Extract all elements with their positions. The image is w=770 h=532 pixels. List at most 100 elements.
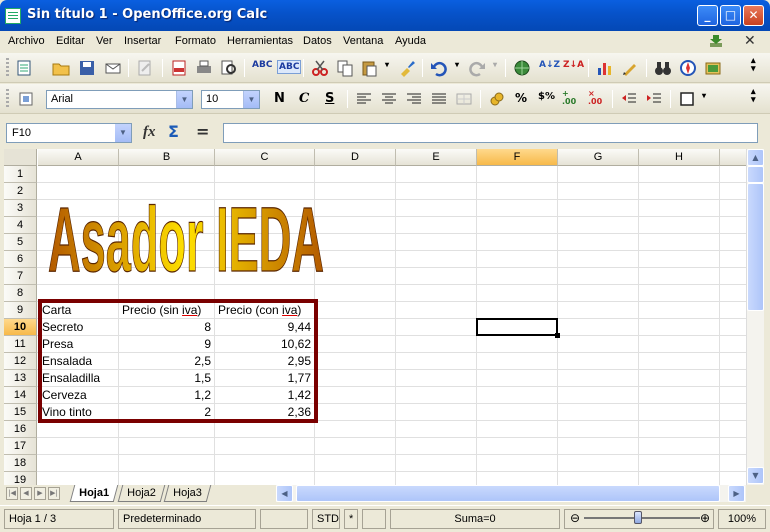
scroll-down-button[interactable]: ▼ (747, 467, 764, 484)
sort-ascending-icon[interactable]: A↓Z (539, 60, 560, 70)
horizontal-scrollbar[interactable]: ◀ ▶ (276, 485, 746, 502)
selected-cell-f10[interactable] (476, 318, 560, 338)
add-decimal-icon[interactable]: + .00 (562, 90, 576, 106)
row-header-17[interactable]: 17 (4, 438, 37, 455)
row-header-7[interactable]: 7 (4, 268, 37, 285)
page-style[interactable]: Predeterminado (118, 509, 256, 529)
close-document-button[interactable]: ✕ (744, 33, 756, 49)
menu-archivo[interactable]: Archivo (8, 35, 45, 47)
chevron-down-icon[interactable]: ▼ (115, 124, 131, 142)
row-header-9[interactable]: 9 (4, 302, 37, 319)
increase-indent-icon[interactable] (645, 90, 663, 108)
next-sheet-button[interactable]: ▶ (34, 487, 46, 500)
delete-decimal-icon[interactable]: × .00 (588, 90, 602, 106)
signature-field[interactable] (362, 509, 386, 529)
menu-formato[interactable]: Formato (175, 35, 216, 47)
sum-icon[interactable]: Σ (168, 122, 179, 141)
insert-chart-icon[interactable] (596, 59, 614, 77)
zoom-in-icon[interactable]: ⊕ (700, 511, 710, 525)
scroll-left-button[interactable]: ◀ (276, 485, 293, 502)
justify-icon[interactable] (430, 90, 448, 108)
selection-mode[interactable]: STD (312, 509, 340, 529)
align-left-icon[interactable] (355, 90, 373, 108)
print-preview-icon[interactable] (220, 59, 238, 77)
navigator-compass-icon[interactable] (679, 59, 697, 77)
row-header-3[interactable]: 3 (4, 200, 37, 217)
row-header-16[interactable]: 16 (4, 421, 37, 438)
zoom-slider-knob[interactable] (634, 511, 642, 524)
formula-input[interactable] (223, 123, 758, 143)
gallery-icon[interactable] (704, 59, 722, 77)
show-draw-functions-icon[interactable] (621, 59, 639, 77)
row-header-1[interactable]: 1 (4, 166, 37, 183)
column-header-e[interactable]: E (396, 149, 477, 166)
underline-button[interactable]: S (325, 91, 334, 106)
decrease-indent-icon[interactable] (620, 90, 638, 108)
menu-insertar[interactable]: Insertar (124, 35, 161, 47)
menu-ver[interactable]: Ver (96, 35, 113, 47)
zoom-out-icon[interactable]: ⊖ (570, 511, 580, 525)
function-wizard-icon[interactable]: fx (143, 124, 156, 141)
scroll-up-button[interactable]: ▲ (747, 149, 764, 166)
column-header-g[interactable]: G (558, 149, 639, 166)
row-header-6[interactable]: 6 (4, 251, 37, 268)
print-icon[interactable] (195, 59, 213, 77)
export-pdf-icon[interactable] (170, 59, 188, 77)
hyperlink-globe-icon[interactable] (513, 59, 531, 77)
paste-icon[interactable] (360, 59, 378, 77)
bold-button[interactable]: N (274, 91, 285, 106)
menu-ventana[interactable]: Ventana (343, 35, 383, 47)
row-header-2[interactable]: 2 (4, 183, 37, 200)
first-sheet-button[interactable]: |◀ (6, 487, 18, 500)
cut-icon[interactable] (311, 59, 329, 77)
redo-dropdown-icon[interactable]: ▾ (493, 60, 497, 69)
undo-icon[interactable] (430, 59, 448, 77)
name-box[interactable]: F10 ▼ (6, 123, 132, 143)
column-header-c[interactable]: C (215, 149, 315, 166)
column-header-b[interactable]: B (119, 149, 215, 166)
horizontal-scroll-thumb[interactable] (296, 485, 720, 502)
row-header-13[interactable]: 13 (4, 370, 37, 387)
row-header-5[interactable]: 5 (4, 234, 37, 251)
align-center-icon[interactable] (380, 90, 398, 108)
chevron-down-icon[interactable]: ▼ (176, 91, 192, 108)
auto-spellcheck-icon[interactable]: ABC (277, 60, 302, 74)
spreadsheet-grid[interactable]: A B C D E F G H 1 2 3 4 5 6 7 8 9 10 11 … (4, 149, 746, 485)
row-header-10[interactable]: 10 (4, 319, 37, 336)
column-header-partial[interactable] (720, 149, 746, 166)
row-header-12[interactable]: 12 (4, 353, 37, 370)
borders-dropdown-icon[interactable]: ▾ (702, 91, 706, 100)
previous-sheet-button[interactable]: ◀ (20, 487, 32, 500)
merge-cells-icon[interactable] (455, 90, 473, 108)
zoom-level[interactable]: 100% (718, 509, 766, 529)
vertical-scrollbar[interactable]: ▲ ▼ (746, 149, 764, 485)
scroll-up-step[interactable] (747, 166, 764, 183)
column-header-h[interactable]: H (639, 149, 720, 166)
paste-dropdown-icon[interactable]: ▾ (385, 60, 389, 69)
standard-number-format-icon[interactable]: $% (538, 91, 555, 102)
row-header-8[interactable]: 8 (4, 285, 37, 302)
wordart-title[interactable]: Asador IEDA (44, 179, 329, 289)
open-folder-icon[interactable] (52, 59, 70, 77)
sheet-tab-hoja3[interactable]: Hoja3 (163, 485, 212, 502)
percent-format-icon[interactable]: % (515, 91, 527, 105)
menu-editar[interactable]: Editar (56, 35, 85, 47)
new-document-icon[interactable] (16, 59, 34, 77)
row-header-11[interactable]: 11 (4, 336, 37, 353)
toolbar-grip[interactable] (6, 89, 9, 109)
save-icon[interactable] (78, 59, 96, 77)
italic-button[interactable]: C (299, 91, 309, 106)
align-right-icon[interactable] (405, 90, 423, 108)
redo-icon[interactable] (468, 59, 486, 77)
maximize-button[interactable]: □ (720, 5, 741, 26)
currency-format-icon[interactable] (488, 90, 506, 108)
sheet-tab-hoja1[interactable]: Hoja1 (69, 485, 119, 502)
column-header-a[interactable]: A (38, 149, 119, 166)
format-paintbrush-icon[interactable] (398, 59, 416, 77)
email-icon[interactable] (104, 59, 122, 77)
row-header-4[interactable]: 4 (4, 217, 37, 234)
function-equals-icon[interactable]: = (196, 122, 209, 141)
font-size-select[interactable]: 10 ▼ (201, 90, 260, 109)
find-replace-binoculars-icon[interactable] (654, 59, 672, 77)
toolbar-overflow-icon[interactable]: ▴ ▾ (751, 87, 756, 104)
